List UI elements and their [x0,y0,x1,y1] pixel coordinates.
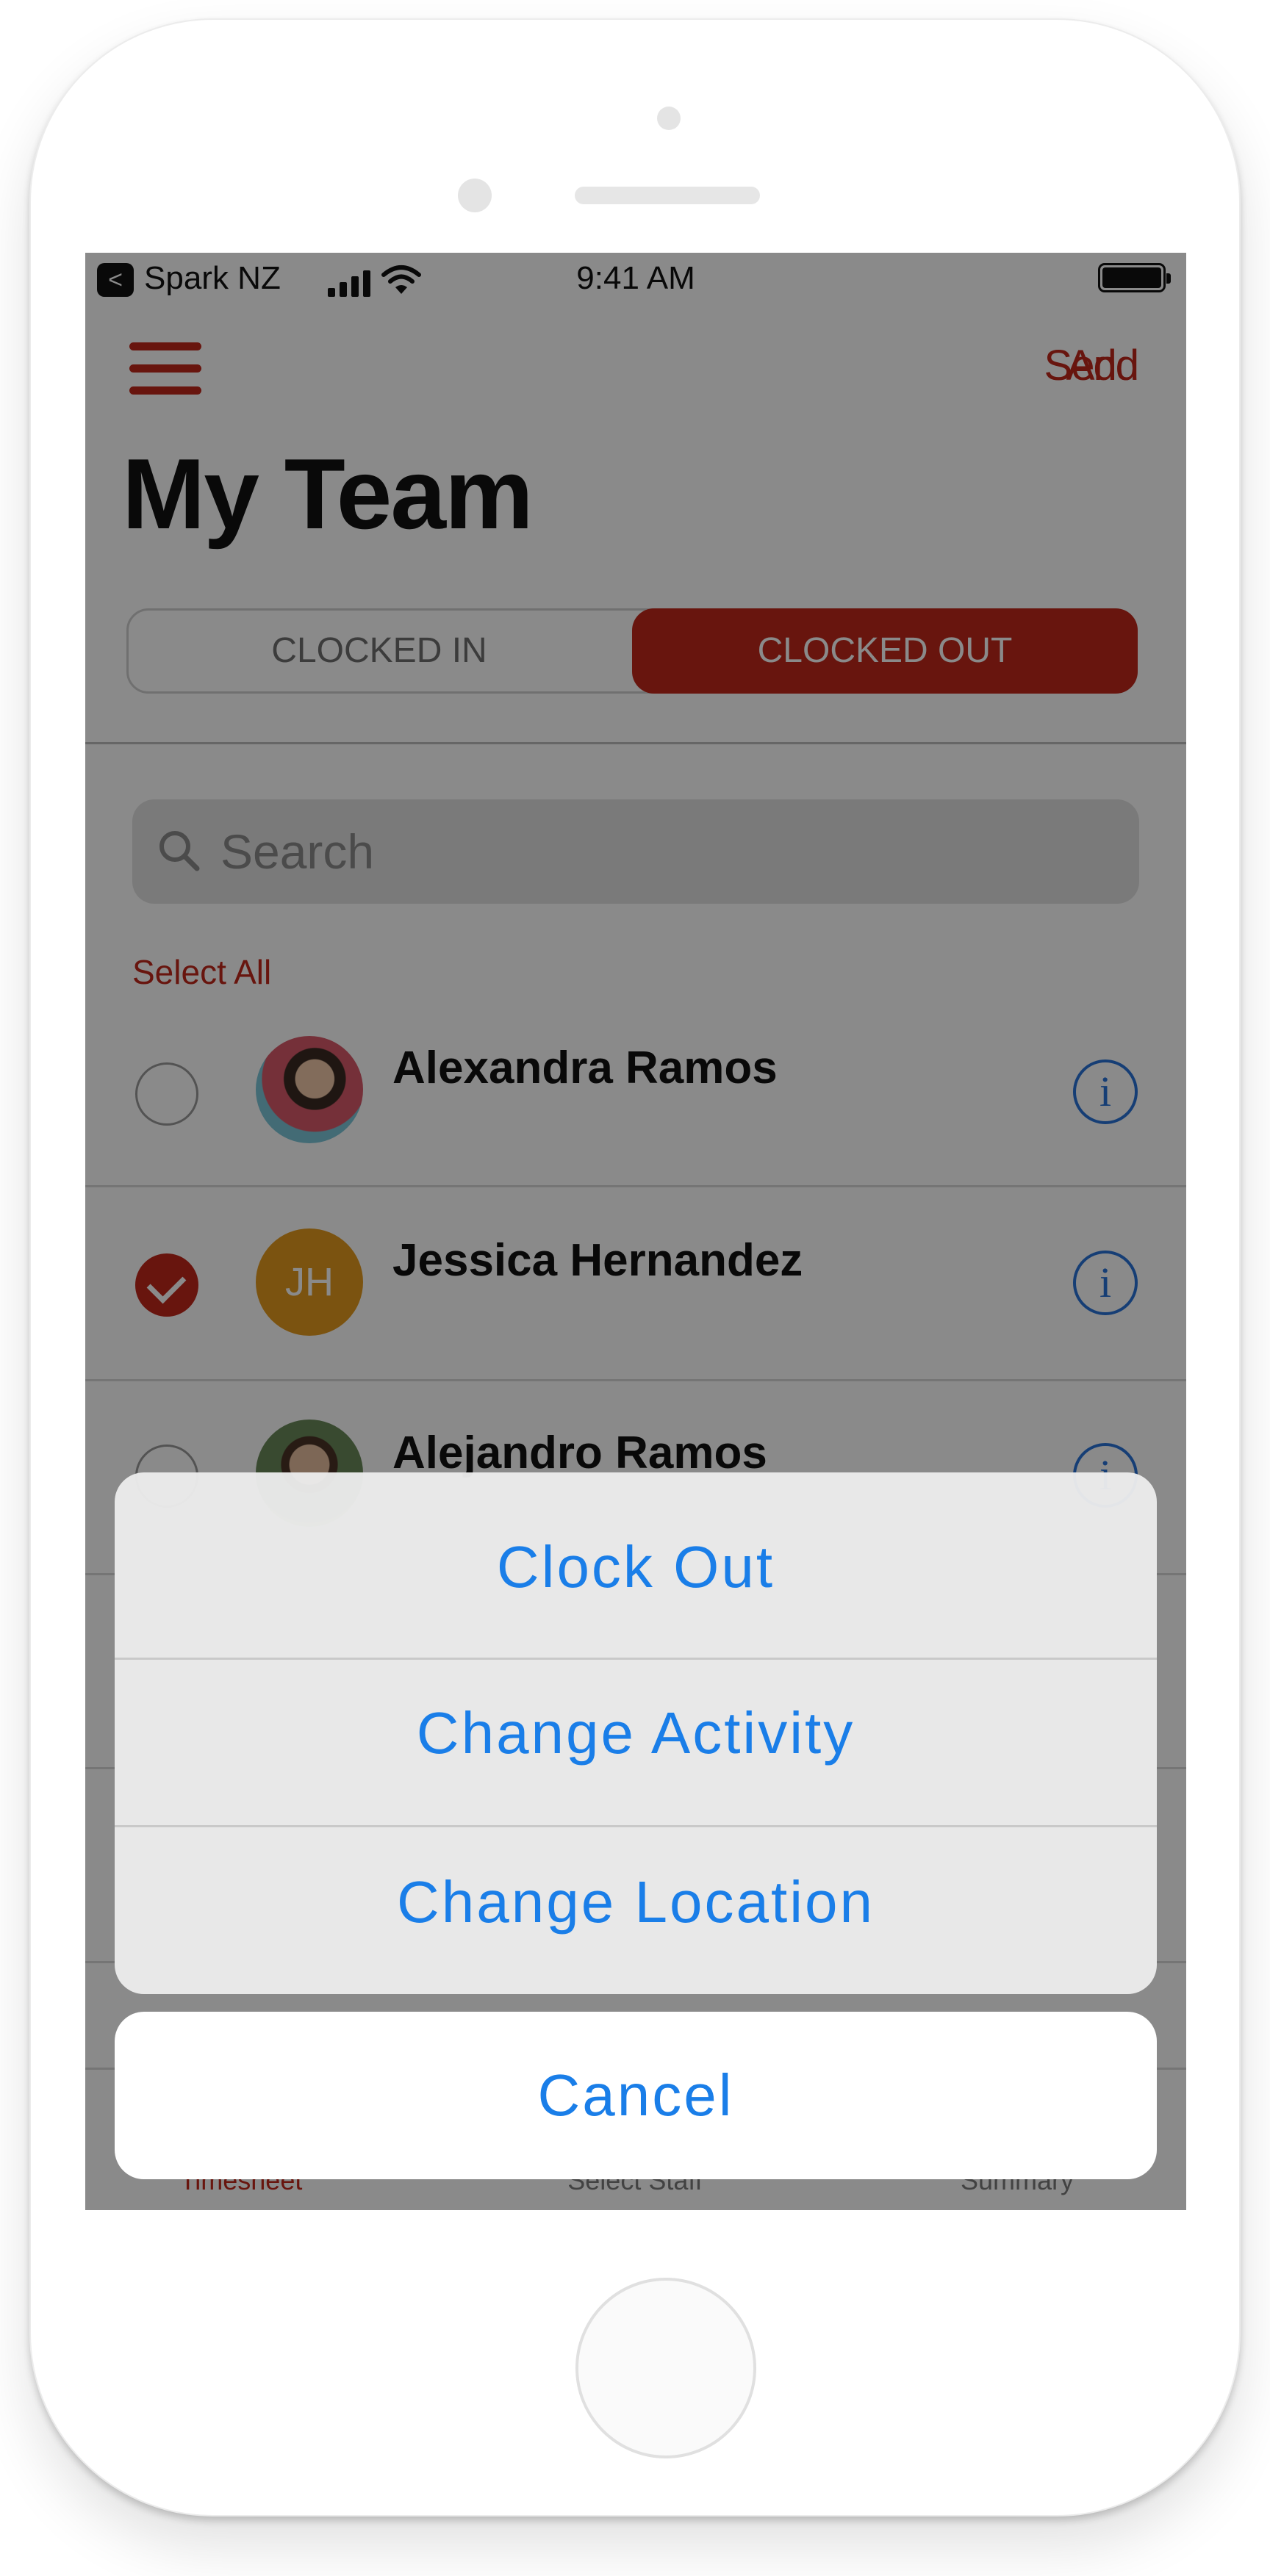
change-location-action[interactable]: Change Location [115,1818,1157,1987]
clock-out-action[interactable]: Clock Out [115,1483,1157,1652]
change-activity-action[interactable]: Change Activity [115,1649,1157,1818]
action-sheet: Clock Out Change Activity Change Locatio… [115,1472,1157,1994]
earpiece-speaker [575,187,760,204]
proximity-sensor [458,179,492,212]
front-camera [657,107,681,130]
app-screen: < Spark NZ 9:41 AM Send Add My Team CLOC… [85,253,1186,2210]
home-button[interactable] [575,2278,756,2458]
cancel-button[interactable]: Cancel [115,2012,1157,2179]
